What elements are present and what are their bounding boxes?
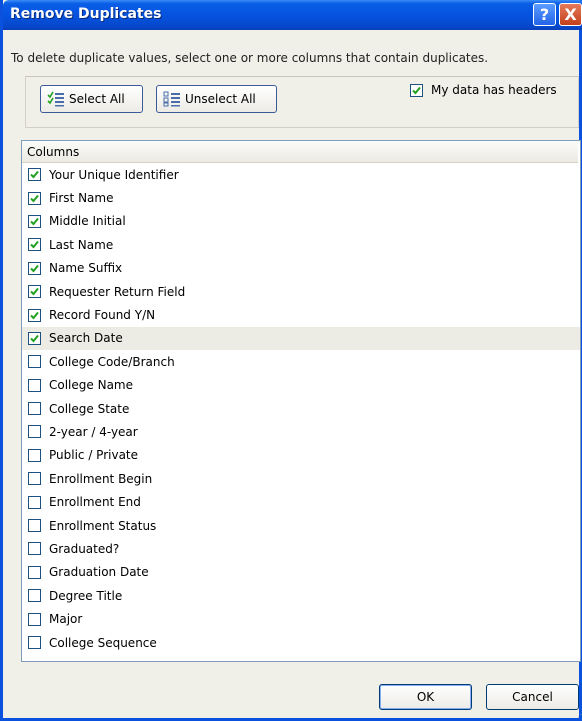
column-label: Your Unique Identifier: [49, 167, 179, 182]
column-checkbox[interactable]: [28, 238, 41, 252]
checkmark-icon: [412, 86, 421, 94]
column-row[interactable]: Graduated?: [22, 537, 580, 560]
headers-option[interactable]: My data has headers: [410, 83, 557, 97]
column-label: Enrollment Begin: [49, 471, 153, 486]
select-all-label: Select All: [69, 92, 125, 106]
column-checkbox[interactable]: [28, 402, 41, 416]
checkmark-icon: [30, 171, 39, 179]
unselect-all-button[interactable]: Unselect All: [156, 85, 277, 113]
column-label: Last Name: [49, 237, 114, 252]
column-checkbox[interactable]: [28, 565, 41, 579]
column-checkbox[interactable]: [28, 378, 41, 392]
resize-grip-icon[interactable]: ⋰: [577, 710, 582, 719]
column-label: College Code/Branch: [49, 354, 175, 369]
column-checkbox[interactable]: [28, 495, 41, 509]
checkmark-icon: [30, 194, 39, 203]
column-checkbox[interactable]: [28, 355, 41, 369]
column-row[interactable]: First Name: [22, 186, 580, 209]
column-label: Requester Return Field: [49, 284, 186, 299]
checkmark-icon: [30, 334, 39, 343]
column-label: Graduated?: [49, 541, 120, 556]
column-row[interactable]: Degree Title: [22, 584, 580, 607]
column-label: Enrollment End: [49, 495, 141, 510]
dialog-title: Remove Duplicates: [10, 6, 162, 22]
help-button[interactable]: ?: [533, 3, 556, 26]
column-row[interactable]: Enrollment Begin: [22, 467, 580, 490]
column-label: Middle Initial: [49, 214, 126, 229]
column-row[interactable]: Major: [22, 607, 580, 630]
column-checkbox[interactable]: [28, 636, 41, 649]
column-label: Major: [49, 612, 83, 627]
close-button[interactable]: X: [559, 3, 582, 26]
column-checkbox[interactable]: [28, 168, 41, 182]
column-row[interactable]: Requester Return Field: [22, 280, 580, 303]
column-row[interactable]: Enrollment Status: [22, 514, 580, 537]
column-checkbox[interactable]: [28, 331, 41, 345]
headers-label: My data has headers: [431, 83, 557, 97]
unselect-all-icon: [163, 91, 181, 107]
column-label: First Name: [49, 191, 114, 206]
columns-header: Columns: [22, 141, 578, 163]
column-label: Public / Private: [49, 448, 139, 463]
title-bar[interactable]: Remove Duplicates ? X: [3, 0, 582, 30]
column-checkbox[interactable]: [28, 589, 41, 603]
column-row[interactable]: 2-year / 4-year: [22, 420, 580, 443]
column-checkbox[interactable]: [28, 308, 41, 322]
column-row[interactable]: Enrollment End: [22, 490, 580, 513]
column-checkbox[interactable]: [28, 448, 41, 462]
close-icon: X: [564, 5, 577, 24]
headers-checkbox[interactable]: [410, 83, 423, 97]
column-checkbox[interactable]: [28, 519, 41, 533]
column-label: College Sequence: [49, 635, 157, 650]
column-label: Record Found Y/N: [49, 308, 156, 323]
select-all-button[interactable]: Select All: [40, 85, 143, 113]
column-label: Name Suffix: [49, 261, 123, 276]
column-label: College Name: [49, 378, 133, 393]
column-checkbox[interactable]: [28, 542, 41, 556]
column-row[interactable]: College State: [22, 397, 580, 420]
column-checkbox[interactable]: [28, 214, 41, 228]
column-checkbox[interactable]: [28, 191, 41, 205]
column-label: 2-year / 4-year: [49, 424, 138, 439]
column-checkbox[interactable]: [28, 285, 41, 299]
column-label: Search Date: [49, 331, 123, 346]
column-row[interactable]: Public / Private: [22, 444, 580, 467]
column-row[interactable]: Search Date: [22, 326, 580, 351]
checkmark-icon: [30, 264, 39, 273]
remove-duplicates-dialog: Remove Duplicates ? X To delete duplicat…: [0, 0, 582, 721]
column-row[interactable]: Last Name: [22, 233, 580, 256]
checkmark-icon: [30, 241, 39, 249]
column-label: College State: [49, 401, 130, 416]
selection-toolbar: Select All Unselect All My data has head…: [25, 76, 579, 128]
checkmark-icon: [30, 288, 39, 296]
column-row[interactable]: College Sequence: [22, 631, 580, 654]
column-row[interactable]: Name Suffix: [22, 257, 580, 280]
column-row[interactable]: Graduation Date: [22, 561, 580, 584]
column-row[interactable]: Your Unique Identifier: [22, 163, 580, 186]
column-row[interactable]: College Name: [22, 374, 580, 397]
columns-rows: Your Unique Identifier First Name Middle I…: [22, 163, 580, 654]
unselect-all-label: Unselect All: [185, 92, 256, 106]
column-row[interactable]: Record Found Y/N: [22, 303, 580, 326]
column-row[interactable]: College Code/Branch: [22, 350, 580, 373]
column-label: Degree Title: [49, 588, 123, 603]
column-row[interactable]: Middle Initial: [22, 210, 580, 233]
column-checkbox[interactable]: [28, 425, 41, 439]
ok-label: OK: [416, 690, 435, 704]
column-checkbox[interactable]: [28, 261, 41, 275]
help-icon: ?: [539, 5, 550, 24]
cancel-label: Cancel: [512, 690, 553, 704]
checkmark-icon: [30, 311, 39, 320]
cancel-button[interactable]: Cancel: [486, 684, 579, 710]
ok-button[interactable]: OK: [379, 684, 472, 710]
columns-list[interactable]: Columns Your Unique Identifier First Name…: [21, 140, 581, 662]
column-label: Graduation Date: [49, 565, 149, 580]
instruction-text: To delete duplicate values, select one o…: [11, 51, 489, 65]
select-all-icon: [47, 91, 65, 107]
checkmark-icon: [30, 217, 39, 226]
column-checkbox[interactable]: [28, 612, 41, 626]
column-checkbox[interactable]: [28, 472, 41, 486]
column-label: Enrollment Status: [49, 518, 157, 533]
